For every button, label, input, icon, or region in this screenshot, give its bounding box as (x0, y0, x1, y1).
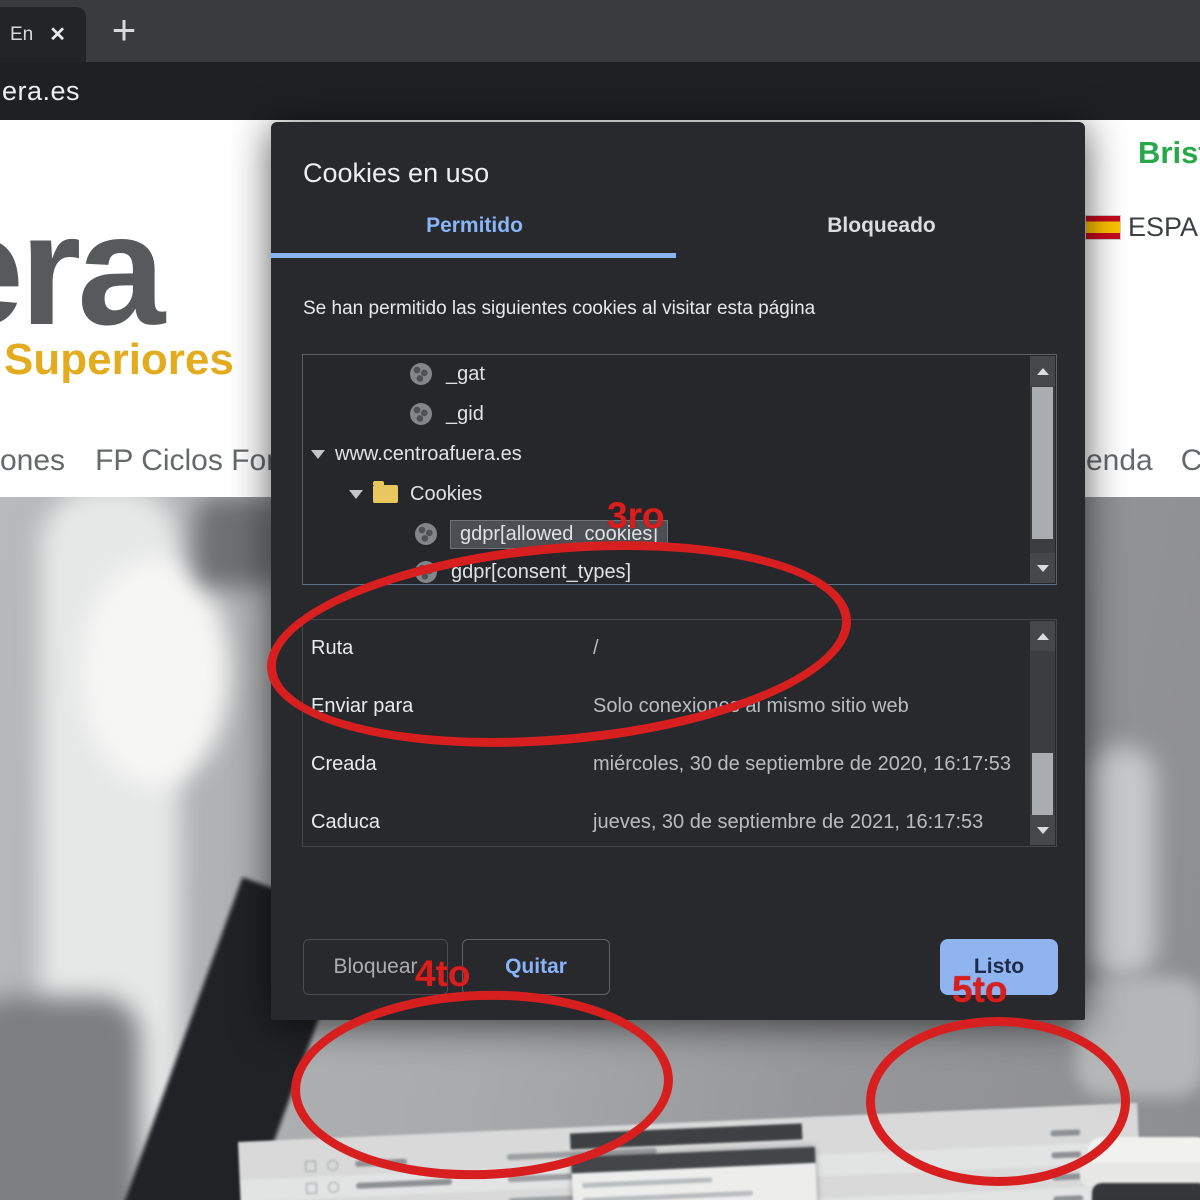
detail-value: miércoles, 30 de septiembre de 2020, 16:… (593, 753, 1011, 776)
photo-blur-shape (80, 557, 230, 787)
tree-scrollbar[interactable] (1030, 356, 1055, 583)
tab-bloqueado[interactable]: Bloqueado (678, 214, 1085, 238)
detail-value: jueves, 30 de septiembre de 2021, 16:17:… (593, 811, 983, 834)
photo-blur-shape (195, 497, 280, 587)
dialog-description: Se han permitido las siguientes cookies … (303, 298, 815, 320)
detail-label: Enviar para (303, 695, 593, 718)
spain-flag-icon (1086, 216, 1120, 239)
expander-icon[interactable] (311, 450, 325, 459)
tree-item-label-selected: gdpr[allowed_cookies] (451, 521, 667, 548)
nav-item[interactable]: enda (1086, 444, 1153, 477)
tree-item-domain[interactable]: www.centroafuera.es (303, 435, 1064, 473)
listo-button[interactable]: Listo (940, 939, 1058, 995)
browser-tab-strip: En ✕ + (0, 0, 1200, 62)
coffee-cup (1092, 1183, 1200, 1200)
scroll-up-button[interactable] (1030, 356, 1055, 386)
detail-value: Solo conexiones al mismo sitio web (593, 695, 909, 718)
expander-icon[interactable] (349, 490, 363, 499)
detail-label: Caduca (303, 811, 593, 834)
nav-item[interactable]: Co (1181, 444, 1200, 477)
active-tab-underline (271, 253, 676, 258)
tree-item-label: _gat (446, 363, 485, 386)
details-scrollbar[interactable] (1030, 621, 1055, 845)
scroll-down-button[interactable] (1030, 815, 1055, 845)
photo-blur-shape (1076, 977, 1200, 1097)
cookie-details: Ruta / Enviar para Solo conexiones al mi… (302, 619, 1057, 847)
nav-item[interactable]: ones (0, 444, 65, 477)
brand-text: Brist (1138, 135, 1200, 171)
nav-item[interactable]: FP Ciclos Format (95, 444, 271, 477)
tree-item-label: www.centroafuera.es (335, 443, 522, 466)
new-tab-button[interactable]: + (102, 8, 146, 52)
folder-icon (373, 485, 398, 503)
cookie-icon (415, 561, 437, 583)
language-label: ESPAÑ (1128, 212, 1200, 243)
language-selector[interactable]: ESPAÑ (1086, 212, 1200, 243)
site-nav-left: ones FP Ciclos Format (0, 444, 271, 478)
tab-close-icon[interactable]: ✕ (49, 22, 66, 47)
detail-value: / (593, 637, 599, 660)
dialog-title: Cookies en uso (303, 158, 489, 189)
address-bar-url[interactable]: era.es (2, 76, 80, 107)
quitar-button[interactable]: Quitar (462, 939, 610, 995)
scroll-up-button[interactable] (1030, 621, 1055, 651)
cookie-icon (415, 523, 437, 545)
cookie-tree: _gat _gid www.centroafuera.es Cookies (302, 354, 1057, 585)
detail-label: Creada (303, 753, 593, 776)
site-logo-subtitle: Superiores (4, 335, 234, 385)
site-logo: era (0, 180, 161, 361)
email-compose-window (571, 1147, 821, 1200)
browser-tab[interactable]: En ✕ (0, 7, 86, 62)
scrollbar-thumb[interactable] (1032, 387, 1053, 539)
cookies-dialog: Cookies en uso Permitido Bloqueado Se ha… (271, 122, 1085, 1020)
laptop-screen-email-client (238, 1103, 1146, 1200)
tab-permitido[interactable]: Permitido (271, 214, 678, 238)
detail-label: Ruta (303, 637, 593, 660)
cookie-icon (410, 363, 432, 385)
tab-title: En (10, 24, 33, 46)
tree-item-label: gdpr[consent_types] (451, 561, 631, 584)
photo-blur-shape (0, 997, 140, 1200)
screenshot-root: En ✕ + era.es era Superiores ones FP Cicl… (0, 0, 1200, 1200)
bloquear-button[interactable]: Bloquear (303, 939, 448, 995)
photo-blur-shape (1086, 747, 1156, 977)
tree-item-cookies-folder[interactable]: Cookies (303, 475, 1102, 513)
browser-toolbar: era.es (0, 62, 1200, 120)
scrollbar-thumb[interactable] (1032, 753, 1053, 815)
page-content: era Superiores ones FP Ciclos Format Bris… (0, 120, 1200, 1200)
tree-item-label: _gid (446, 403, 484, 426)
tree-item-label: Cookies (410, 483, 482, 506)
cookie-icon (410, 403, 432, 425)
scroll-down-button[interactable] (1030, 553, 1055, 583)
site-nav-right: enda Co (1086, 444, 1200, 478)
